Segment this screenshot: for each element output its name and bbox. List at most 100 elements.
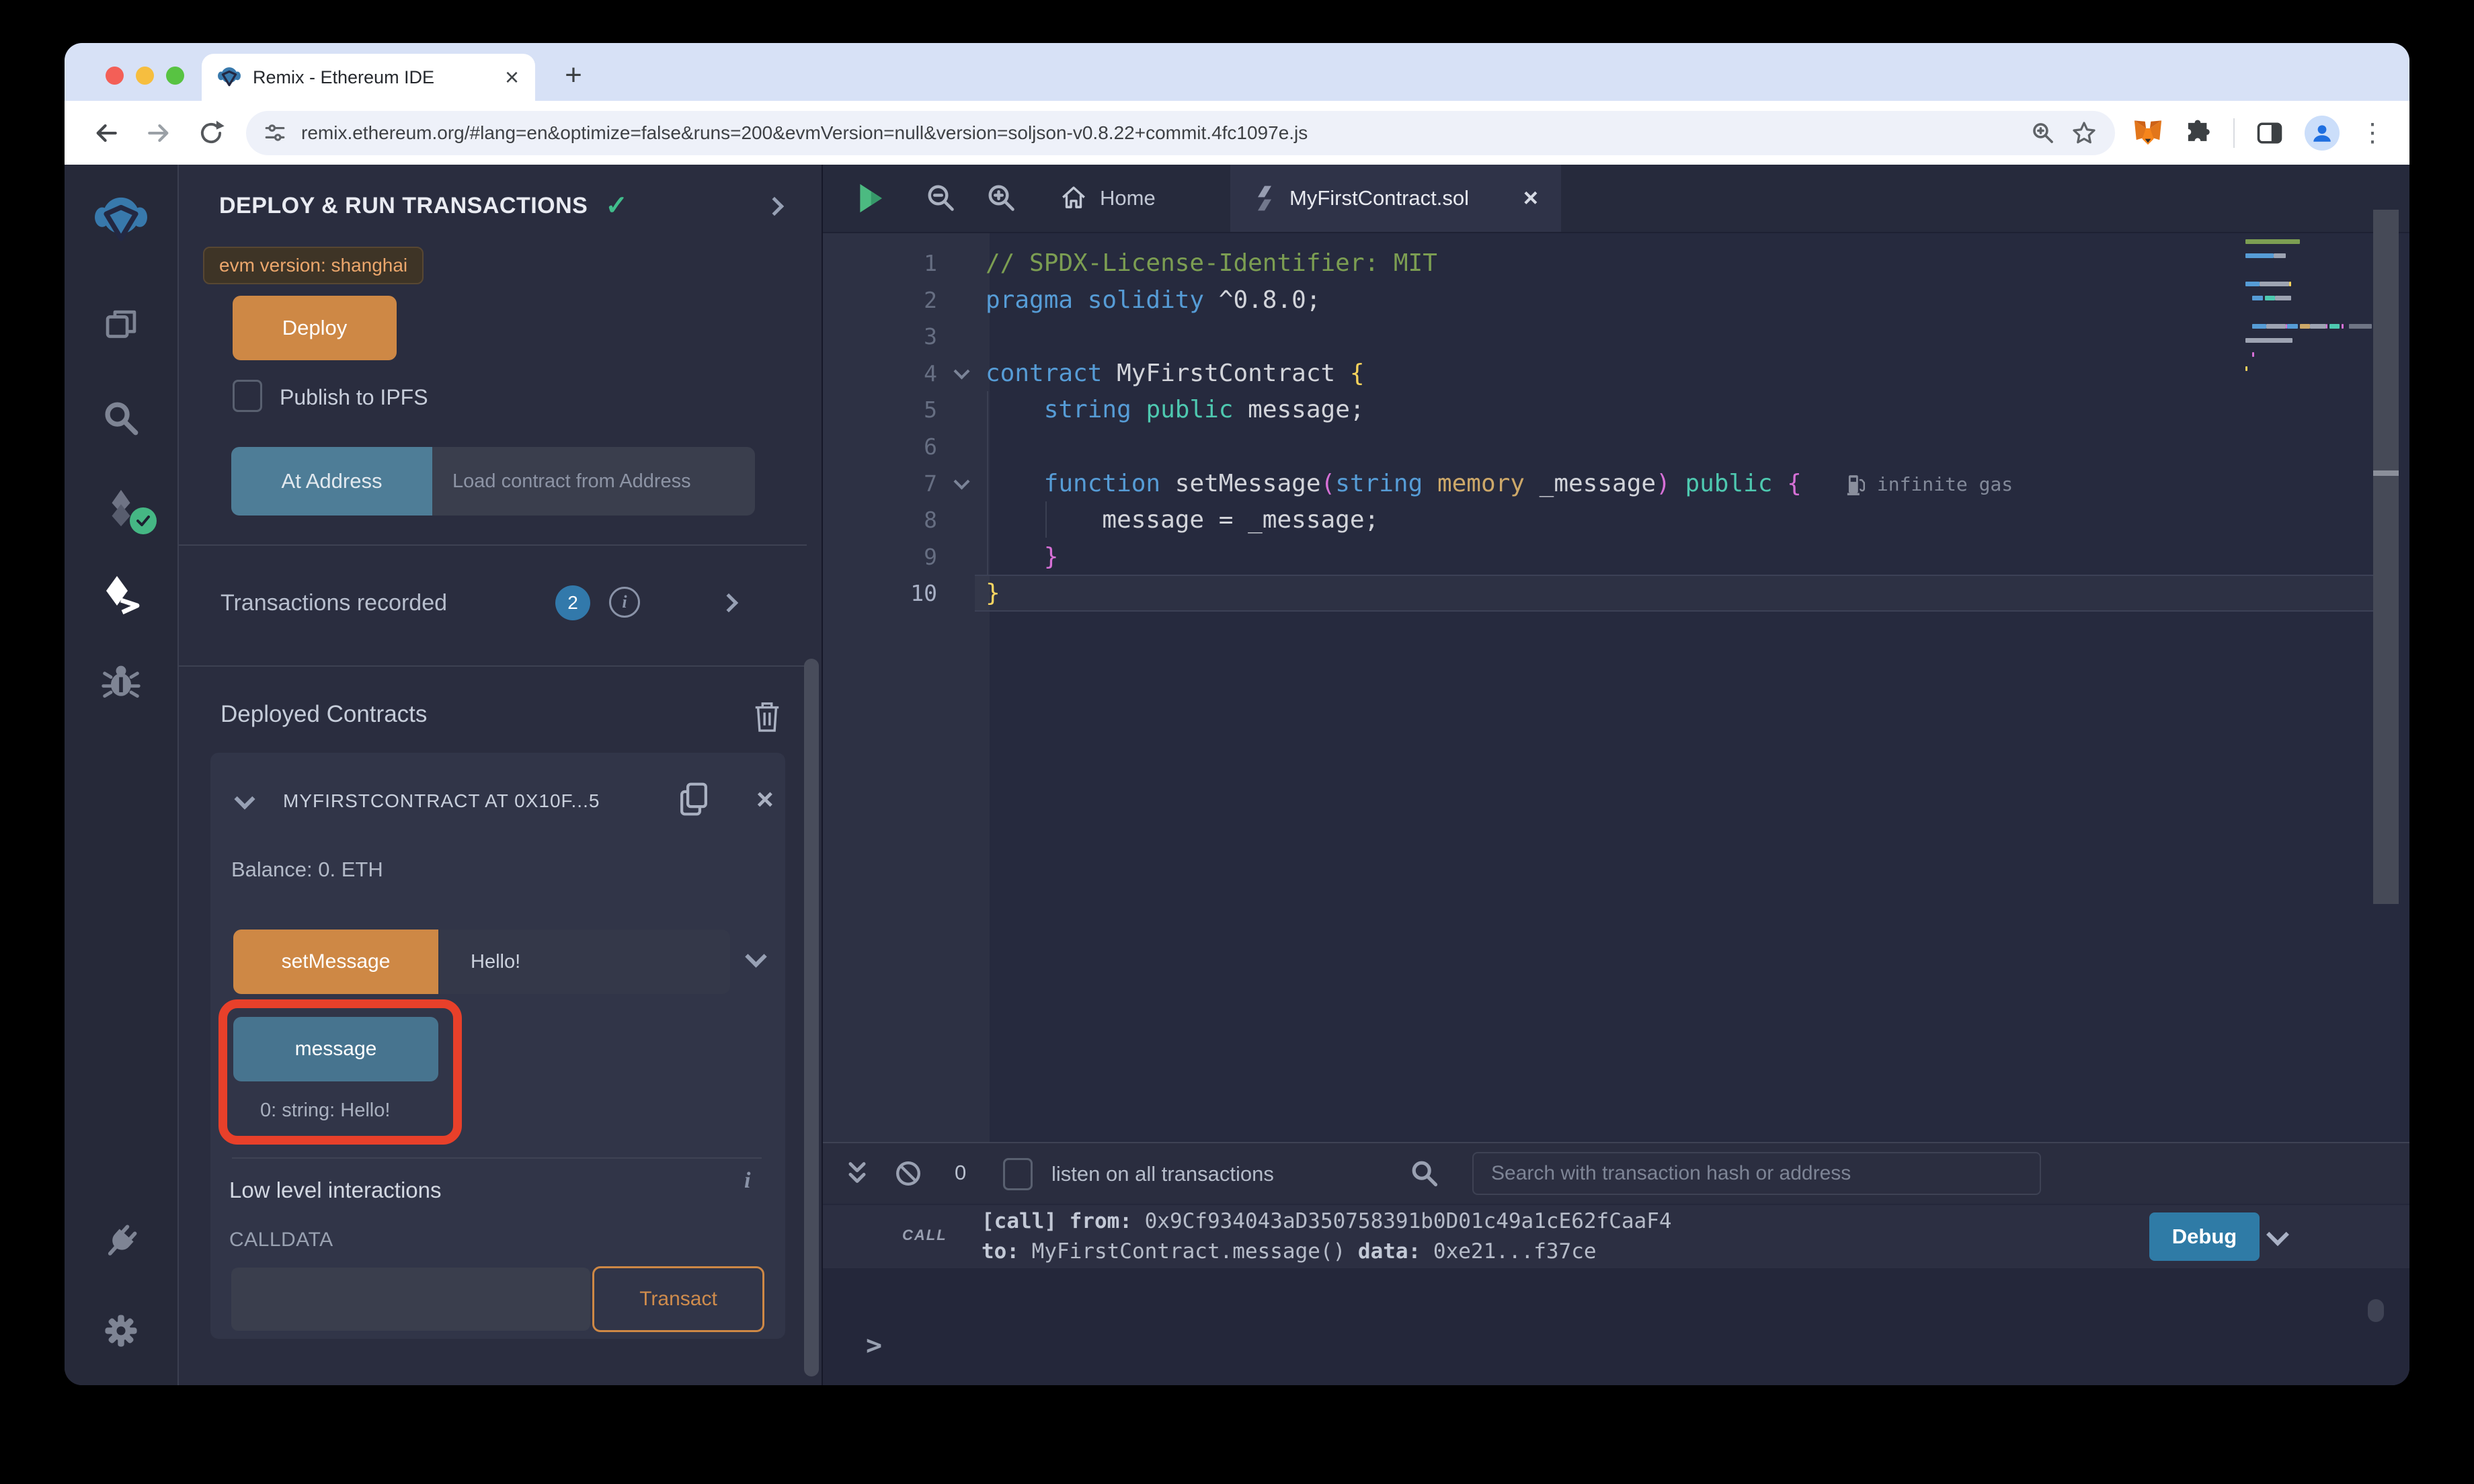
pending-tx-count: 0 — [955, 1161, 966, 1185]
remix-logo-icon[interactable] — [65, 194, 177, 247]
debug-button[interactable]: Debug — [2149, 1212, 2260, 1261]
forward-icon[interactable] — [141, 116, 176, 151]
tab-myfirstcontract[interactable]: MyFirstContract.sol × — [1230, 165, 1561, 232]
expand-log-icon[interactable] — [2266, 1223, 2289, 1246]
traffic-light-zoom[interactable] — [166, 67, 184, 85]
code-line[interactable]: message = _message; — [823, 501, 2383, 538]
code-line[interactable]: pragma solidity ^0.8.0; — [823, 282, 2383, 319]
terminal-search-input[interactable] — [1472, 1152, 2041, 1195]
message-result: 0: string: Hello! — [260, 1100, 390, 1122]
calldata-label: CALLDATA — [229, 1229, 333, 1251]
profile-avatar[interactable] — [2305, 116, 2340, 151]
deploy-button[interactable]: Deploy — [233, 296, 397, 360]
low-level-header: Low level interactions — [229, 1178, 442, 1203]
tx-expand-icon[interactable] — [719, 593, 738, 612]
settings-gear-icon[interactable] — [65, 1311, 177, 1350]
terminal: 0 listen on all transactions CALL [call]… — [823, 1142, 2409, 1385]
remove-contract-icon[interactable]: × — [756, 785, 774, 815]
low-level-info-icon[interactable]: i — [744, 1168, 750, 1194]
code-line[interactable]: // SPDX-License-Identifier: MIT — [823, 245, 2383, 282]
browser-toolbar: remix.ethereum.org/#lang=en&optimize=fal… — [65, 101, 2409, 165]
solidity-compiler-icon[interactable] — [65, 487, 177, 529]
browser-menu-icon[interactable]: ⋮ — [2360, 118, 2385, 148]
code-line[interactable]: } — [823, 538, 2383, 575]
reload-icon[interactable] — [194, 116, 229, 151]
tx-recorded-label: Transactions recorded — [221, 590, 447, 616]
listen-all-label: listen on all transactions — [1051, 1162, 1274, 1186]
clear-console-icon[interactable] — [893, 1158, 924, 1189]
code-line[interactable]: } — [823, 575, 2383, 612]
divider — [232, 1157, 762, 1159]
tab-close-icon[interactable]: × — [505, 65, 519, 89]
code-line[interactable] — [823, 318, 2383, 355]
compile-check-icon: ✓ — [605, 190, 628, 221]
code-editor[interactable]: 12345678910 // SPDX-License-Identifier: … — [823, 233, 2409, 1142]
call-log-text: [call] from: 0x9Cf934043aD350758391b0D01… — [982, 1206, 1672, 1267]
address-bar[interactable]: remix.ethereum.org/#lang=en&optimize=fal… — [246, 111, 2115, 155]
code-line[interactable] — [823, 428, 2383, 465]
tx-info-icon[interactable]: i — [609, 587, 640, 618]
traffic-light-minimize[interactable] — [136, 67, 154, 85]
publish-ipfs-checkbox[interactable] — [233, 380, 262, 412]
remix-favicon — [218, 66, 241, 89]
evm-version-badge: evm version: shanghai — [203, 247, 424, 284]
calldata-input[interactable] — [231, 1268, 590, 1331]
set-message-input[interactable] — [438, 930, 730, 994]
icon-rail — [65, 165, 179, 1385]
collapse-terminal-icon[interactable] — [842, 1158, 873, 1189]
contract-collapse-icon[interactable] — [234, 788, 255, 809]
code-line[interactable]: string public message; — [823, 391, 2383, 428]
code-line[interactable]: contract MyFirstContract { — [823, 355, 2383, 392]
transact-button[interactable]: Transact — [592, 1266, 764, 1332]
panel-collapse-icon[interactable] — [765, 197, 784, 216]
traffic-light-close[interactable] — [106, 67, 124, 85]
terminal-toolbar: 0 listen on all transactions — [823, 1143, 2409, 1204]
back-icon[interactable] — [89, 116, 124, 151]
close-file-icon[interactable]: × — [1523, 186, 1538, 211]
extensions-puzzle-icon[interactable] — [2184, 118, 2213, 148]
zoom-page-icon[interactable] — [2030, 120, 2056, 146]
new-tab-button[interactable]: + — [551, 53, 596, 97]
at-address-input[interactable] — [432, 447, 755, 516]
debugger-icon[interactable] — [65, 662, 177, 702]
divider — [179, 665, 807, 667]
browser-tab[interactable]: Remix - Ethereum IDE × — [202, 54, 535, 101]
trash-icon[interactable] — [752, 700, 783, 733]
run-script-icon[interactable] — [852, 181, 887, 216]
contract-title: MYFIRSTCONTRACT AT 0X10F...5 — [283, 790, 666, 812]
search-icon[interactable] — [65, 399, 177, 438]
terminal-scrollbar[interactable] — [2368, 1299, 2384, 1322]
home-icon — [1060, 184, 1088, 212]
contract-balance: Balance: 0. ETH — [231, 858, 383, 882]
expand-args-icon[interactable] — [745, 946, 767, 968]
terminal-prompt[interactable]: > — [866, 1330, 882, 1361]
at-address-button[interactable]: At Address — [231, 447, 432, 516]
set-message-button[interactable]: setMessage — [233, 930, 438, 994]
copy-address-icon[interactable] — [676, 780, 712, 819]
bookmark-star-icon[interactable] — [2071, 120, 2098, 147]
message-getter-button[interactable]: message — [233, 1017, 438, 1081]
code-line[interactable]: function setMessage(string memory _messa… — [823, 465, 2383, 502]
deployed-contract-card: MYFIRSTCONTRACT AT 0X10F...5 × Balance: … — [210, 753, 785, 1339]
home-tab-label: Home — [1100, 186, 1156, 210]
metamask-icon[interactable] — [2132, 118, 2163, 149]
panel-title: DEPLOY & RUN TRANSACTIONS — [219, 193, 588, 219]
side-panel-icon[interactable] — [2255, 118, 2284, 148]
zoom-out-icon[interactable] — [925, 182, 957, 214]
tab-strip: Remix - Ethereum IDE × + — [65, 43, 2409, 101]
deploy-run-icon[interactable] — [65, 573, 177, 616]
file-tab-label: MyFirstContract.sol — [1289, 186, 1510, 210]
site-settings-icon[interactable] — [264, 122, 286, 145]
file-explorer-icon[interactable] — [65, 307, 177, 346]
compile-success-badge — [130, 507, 157, 534]
panel-scrollbar[interactable] — [804, 659, 819, 1376]
listen-all-checkbox[interactable] — [1003, 1158, 1033, 1190]
terminal-log-entry[interactable]: CALL [call] from: 0x9Cf934043aD350758391… — [823, 1205, 2409, 1268]
zoom-in-icon[interactable] — [986, 182, 1018, 214]
terminal-search-icon — [1409, 1158, 1440, 1189]
tab-home[interactable]: Home — [1060, 165, 1156, 232]
divider — [179, 544, 807, 546]
tx-count-badge: 2 — [555, 585, 590, 620]
editor-scrollbar[interactable] — [2373, 210, 2399, 904]
plugin-manager-icon[interactable] — [65, 1221, 177, 1262]
